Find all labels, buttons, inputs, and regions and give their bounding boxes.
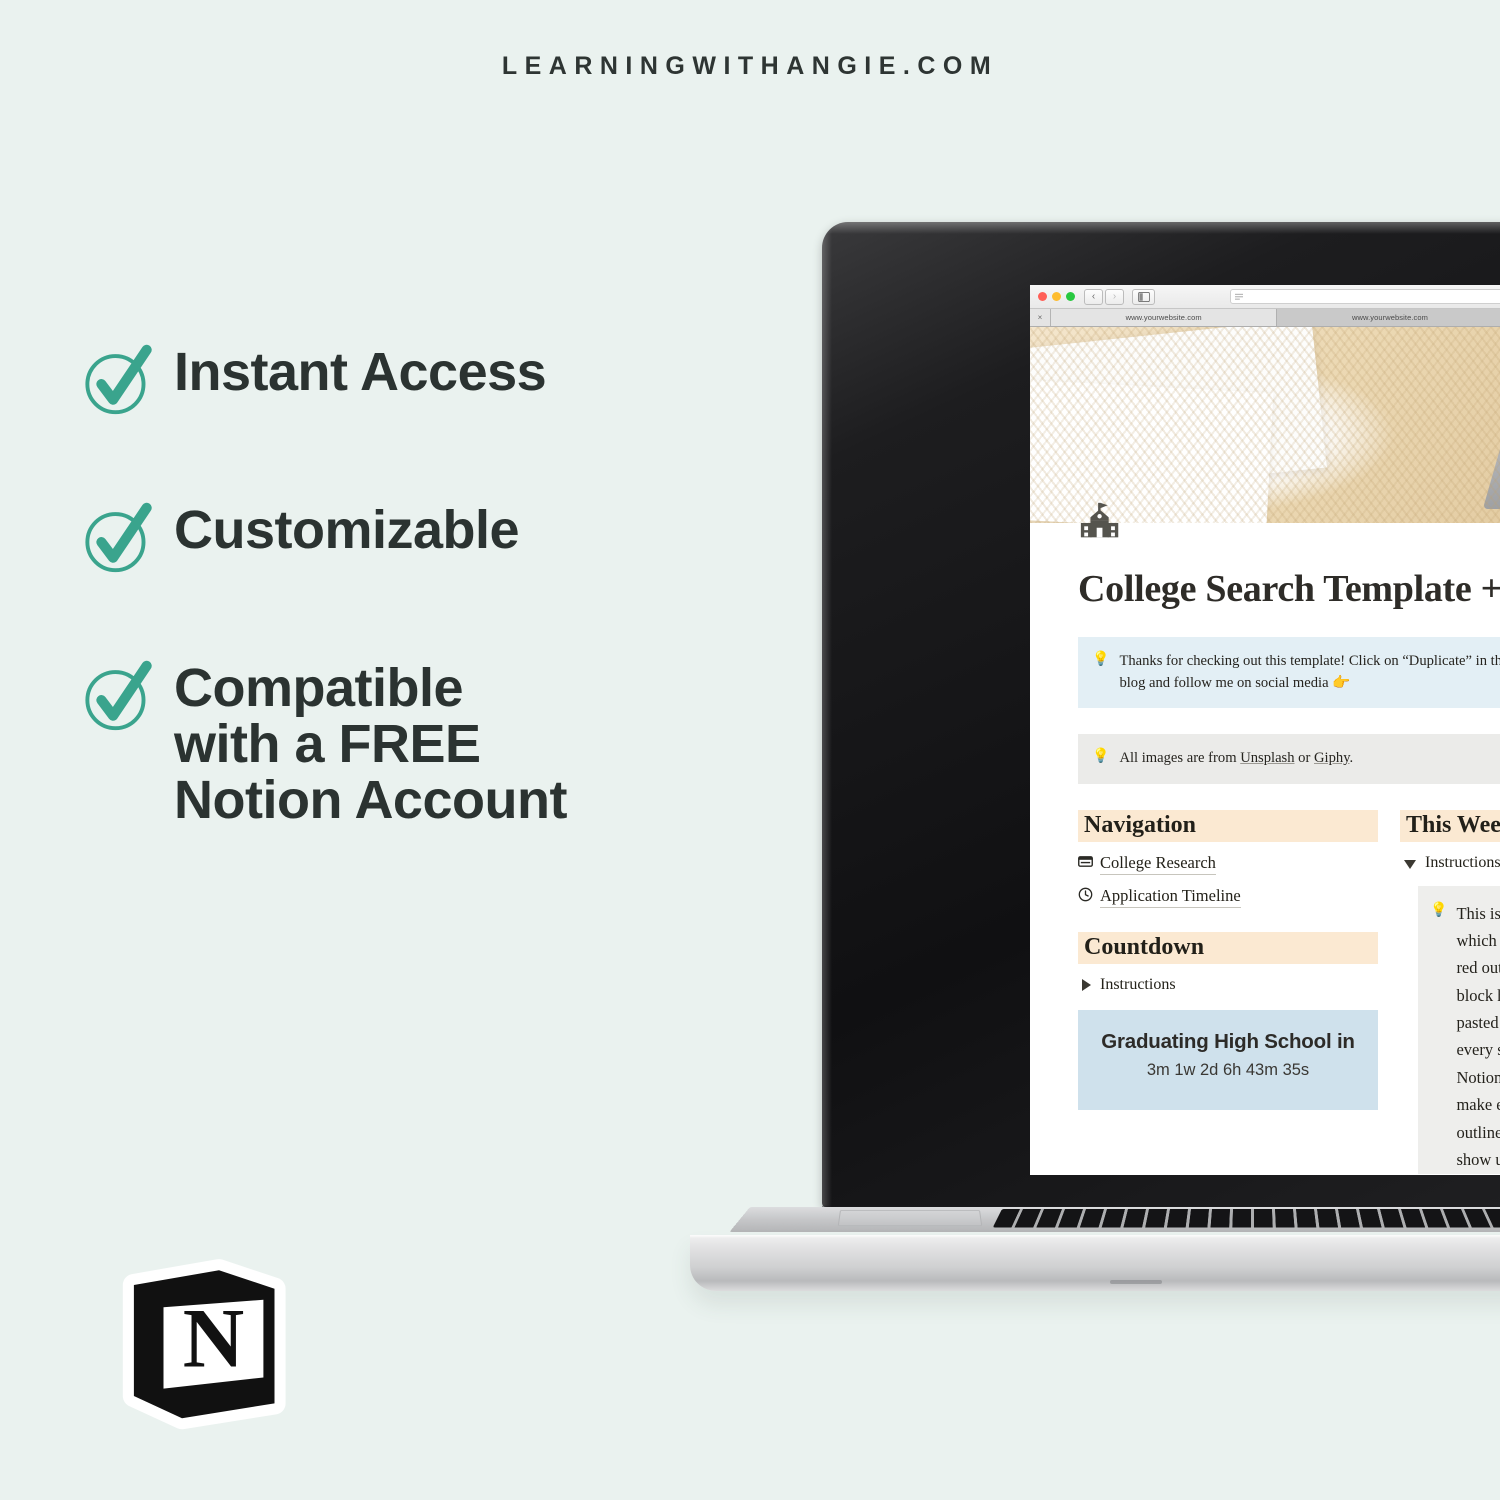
list-item: Compatible with a FREE Notion Account (78, 656, 718, 828)
forward-button[interactable]: › (1105, 288, 1124, 305)
lid-highlight (822, 222, 1500, 234)
lightbulb-emoji: 💡 (1092, 749, 1110, 765)
notion-logo: N (108, 1248, 293, 1433)
cover-paper-sheet (1030, 327, 1327, 502)
browser-tab[interactable]: www.yourwebsite.com (1277, 309, 1500, 326)
close-tab-button[interactable]: × (1030, 309, 1051, 326)
sidebar-item-label: Application Timeline (1100, 886, 1241, 908)
page-columns: Navigation College Research Application … (1078, 809, 1500, 1174)
synced-block-callout: 💡 This is a synced block, which is why y… (1418, 885, 1500, 1174)
laptop-screen: ‹ › × www.yourwebsite.com www.yourwebsit… (1030, 285, 1500, 1175)
laptop-base (672, 1205, 1500, 1291)
chevron-right-icon[interactable] (1082, 978, 1091, 991)
back-button[interactable]: ‹ (1084, 288, 1103, 305)
unsplash-link[interactable]: Unsplash (1240, 750, 1294, 766)
countdown-widget: Graduating High School in 3m 1w 2d 6h 43… (1078, 1009, 1378, 1110)
notion-page: College Search Template + Timeline 💡 Tha… (1030, 327, 1500, 1174)
lid-left-edge (822, 222, 832, 1207)
navigation-header: Navigation (1078, 809, 1378, 842)
list-item: Customizable (78, 498, 718, 578)
giphy-link[interactable]: Giphy (1314, 750, 1350, 766)
lightbulb-emoji: 💡 (1092, 652, 1110, 667)
window-controls[interactable] (1038, 292, 1075, 301)
address-bar[interactable] (1230, 289, 1500, 304)
reader-view-icon[interactable] (1235, 288, 1243, 306)
list-item: Instant Access (78, 340, 718, 420)
laptop-lid: ‹ › × www.yourwebsite.com www.yourwebsit… (822, 222, 1500, 1207)
sidebar-item-college-research[interactable]: College Research (1078, 853, 1378, 875)
page-cover-image (1030, 327, 1500, 523)
toggle-label: Instructions (1100, 975, 1176, 993)
synced-block-text: This is a synced block, which is why you… (1456, 903, 1500, 1169)
browser-tab[interactable]: www.yourwebsite.com (1051, 309, 1278, 326)
maximize-window-button[interactable] (1066, 292, 1075, 301)
sidebar-item-application-timeline[interactable]: Application Timeline (1078, 886, 1378, 908)
check-circle-icon (78, 500, 156, 578)
navigation-buttons: ‹ › (1084, 288, 1124, 305)
feature-list: Instant Access Customizable Compatible w… (78, 340, 718, 828)
sidebar-item-label: College Research (1100, 853, 1216, 875)
sidebar-toggle-icon[interactable] (1132, 288, 1155, 305)
check-circle-icon (78, 342, 156, 420)
check-circle-icon (78, 658, 156, 736)
feature-label: Customizable (174, 500, 520, 560)
page-body: College Search Template + Timeline 💡 Tha… (1030, 499, 1500, 1174)
page-title: College Search Template + Timeline (1078, 568, 1500, 610)
browser-toolbar: ‹ › (1030, 285, 1500, 309)
callout-line: blog and follow me on social media 👉 (1119, 675, 1351, 692)
right-column: This Week’s Tasks Instructions 💡 This is… (1400, 809, 1500, 1174)
site-header: LEARNINGWITHANGIE.COM (0, 52, 1500, 81)
chevron-down-icon[interactable] (1404, 859, 1416, 869)
cover-laptop-photo (1482, 327, 1500, 523)
callout-middle: or (1294, 750, 1314, 767)
callout-line: Thanks for checking out this template! C… (1119, 653, 1500, 669)
feature-label: Compatible with a FREE Notion Account (174, 658, 567, 831)
callout-text: All images are from Unsplash or Giphy. (1119, 747, 1353, 769)
countdown-value: 3m 1w 2d 6h 43m 35s (1146, 1060, 1310, 1079)
countdown-header: Countdown (1078, 931, 1378, 964)
window-icon (1078, 854, 1093, 874)
countdown-title: Graduating High School in (1101, 1029, 1355, 1053)
base-notch (1110, 1280, 1162, 1284)
callout-block: 💡 Thanks for checking out this template!… (1078, 637, 1500, 709)
tab-strip: × www.yourwebsite.com www.yourwebsite.co… (1030, 309, 1500, 327)
clock-icon (1078, 887, 1093, 907)
laptop-front-edge (690, 1235, 1500, 1291)
toggle-label: Instructions (1425, 853, 1500, 871)
toggle-countdown-instructions[interactable]: Instructions (1082, 976, 1378, 994)
school-building-icon (1078, 499, 1124, 545)
close-window-button[interactable] (1038, 292, 1047, 301)
toggle-tasks-instructions[interactable]: Instructions (1404, 854, 1500, 872)
left-column: Navigation College Research Application … (1078, 809, 1378, 1174)
callout-suffix: . (1349, 750, 1354, 767)
callout-block: 💡 All images are from Unsplash or Giphy. (1078, 734, 1500, 784)
trackpad (837, 1210, 983, 1227)
laptop-mockup: ‹ › × www.yourwebsite.com www.yourwebsit… (672, 222, 1500, 1382)
callout-text: Thanks for checking out this template! C… (1119, 650, 1500, 694)
tasks-header: This Week’s Tasks (1400, 809, 1500, 842)
feature-label: Instant Access (174, 342, 547, 402)
brand-text: LEARNINGWITHANGIE.COM (501, 52, 999, 80)
callout-prefix: All images are from (1119, 750, 1241, 767)
minimize-window-button[interactable] (1052, 292, 1061, 301)
svg-text:N: N (183, 1291, 244, 1385)
lightbulb-emoji: 💡 (1430, 902, 1448, 918)
